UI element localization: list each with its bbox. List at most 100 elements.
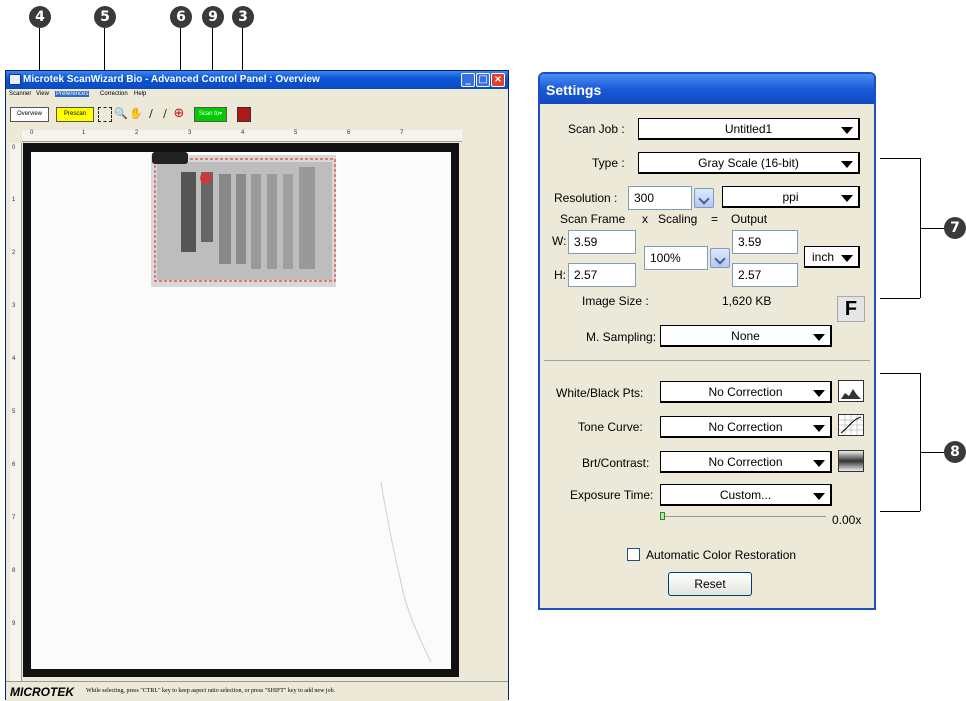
chevron-down-icon	[813, 334, 825, 341]
type-label: Type :	[592, 156, 625, 170]
output-height-input[interactable]: 2.57	[732, 263, 798, 287]
tone-curve-value: No Correction	[708, 420, 783, 434]
zoom-icon[interactable]: 🔍	[114, 107, 128, 122]
exposure-slider-track[interactable]	[662, 516, 826, 517]
unit-value: inch	[812, 250, 835, 264]
resolution-input[interactable]: 300	[628, 186, 692, 210]
height-label: H:	[554, 268, 566, 282]
callout-7-bracket	[920, 228, 944, 229]
menu-correction[interactable]: Correction	[100, 91, 128, 97]
settings-title[interactable]: Settings	[540, 74, 874, 104]
resolution-label: Resolution :	[554, 191, 618, 205]
selection-frame-icon[interactable]	[98, 107, 112, 122]
callout-8: 8	[944, 441, 966, 463]
eyedropper-icon[interactable]: ∕	[144, 107, 158, 122]
tone-curve-icon[interactable]	[838, 414, 864, 436]
scan-window-titlebar[interactable]: Microtek ScanWizard Bio - Advanced Contr…	[6, 71, 508, 89]
minimize-icon[interactable]: _	[461, 73, 475, 87]
frame-width-input[interactable]: 3.59	[568, 230, 636, 254]
brightness-contrast-icon[interactable]	[838, 450, 864, 472]
exposure-slider-handle[interactable]	[660, 512, 665, 520]
menu-scanner[interactable]: Scanner	[9, 91, 31, 97]
ruler-v-label: 1	[12, 197, 16, 203]
resolution-combo-icon[interactable]	[694, 188, 714, 208]
camera-icon[interactable]	[237, 107, 251, 122]
chevron-down-icon	[841, 255, 853, 262]
maximize-icon[interactable]: □	[476, 73, 490, 87]
type-value: Gray Scale (16-bit)	[698, 156, 799, 170]
scaling-input[interactable]: 100%	[644, 246, 708, 270]
m-sampling-value: None	[731, 329, 760, 343]
callout-6: 6	[170, 6, 192, 28]
histogram-icon[interactable]	[838, 380, 864, 402]
ruler-h-label: 1	[82, 130, 86, 136]
app-icon	[9, 74, 21, 85]
ruler-h-label: 5	[294, 130, 298, 136]
callout-8-bracket	[920, 452, 944, 453]
exposure-readout: 0.00x	[832, 513, 862, 527]
callout-9: 9	[202, 6, 224, 28]
ruler-v-label: 7	[12, 515, 16, 521]
target-icon[interactable]: ⊕	[172, 107, 186, 122]
callout-7-bracket	[880, 298, 920, 299]
image-size-label: Image Size :	[582, 294, 649, 308]
scaling-combo-icon[interactable]	[710, 248, 730, 268]
unit-dropdown[interactable]: inch	[804, 246, 860, 268]
eyedropper-gray-icon[interactable]: ∕	[158, 107, 172, 122]
m-sampling-dropdown[interactable]: None	[660, 325, 832, 347]
ruler-h-label: 6	[347, 130, 351, 136]
callout-7-bracket	[880, 158, 920, 159]
chevron-down-icon	[813, 493, 825, 500]
prescan-button[interactable]: Prescan	[56, 107, 94, 122]
scanwizard-window: Microtek ScanWizard Bio - Advanced Contr…	[5, 70, 509, 701]
vertical-ruler: 0 1 2 3 4 5 6 7 8 9	[10, 143, 22, 683]
callout-8-bracket	[880, 373, 920, 374]
hand-icon[interactable]: ✋	[129, 107, 143, 122]
resolution-unit-dropdown[interactable]: ppi	[722, 186, 860, 208]
width-label: W:	[552, 234, 567, 248]
chevron-down-icon	[813, 390, 825, 397]
ruler-v-label: 2	[12, 250, 16, 256]
exposure-time-label: Exposure Time:	[570, 488, 654, 502]
f-button[interactable]: F	[837, 296, 865, 322]
scan-job-label: Scan Job :	[568, 122, 625, 136]
menu-view[interactable]: View	[36, 91, 49, 97]
image-size-value: 1,620 KB	[722, 294, 772, 308]
ruler-h-label: 4	[241, 130, 245, 136]
menu-preferences[interactable]: Preferences	[55, 91, 90, 97]
type-dropdown[interactable]: Gray Scale (16-bit)	[638, 152, 860, 174]
scan-frame-header: Scan Frame	[560, 212, 626, 226]
preview-canvas[interactable]	[23, 143, 459, 677]
chevron-down-icon	[841, 195, 853, 202]
ruler-h-label: 7	[400, 130, 404, 136]
ruler-h-label: 0	[30, 130, 34, 136]
callout-3: 3	[232, 6, 254, 28]
scaling-header: Scaling	[658, 212, 698, 226]
settings-panel: Settings Scan Job : Untitled1 Type : Gra…	[538, 72, 876, 610]
auto-color-checkbox[interactable]	[627, 548, 640, 561]
menu-help[interactable]: Help	[134, 91, 146, 97]
close-icon[interactable]: ×	[491, 73, 505, 87]
ruler-v-label: 9	[12, 621, 16, 627]
status-bar: MICROTEK While selecting, press "CTRL" k…	[6, 681, 508, 701]
scan-to-button[interactable]: Scan to▾	[194, 107, 227, 122]
scan-job-value: Untitled1	[724, 122, 773, 136]
chevron-down-icon	[841, 161, 853, 168]
scan-job-dropdown[interactable]: Untitled1	[638, 118, 860, 140]
ruler-h-label: 2	[135, 130, 139, 136]
frame-height-input[interactable]: 2.57	[568, 263, 636, 287]
m-sampling-label: M. Sampling:	[586, 330, 657, 344]
output-width-input[interactable]: 3.59	[732, 230, 798, 254]
scan-preview-image	[151, 152, 432, 663]
ruler-v-label: 0	[12, 145, 16, 151]
reset-button[interactable]: Reset	[668, 572, 752, 596]
auto-color-label: Automatic Color Restoration	[646, 548, 797, 562]
overview-button[interactable]: Overview	[10, 107, 49, 122]
tone-curve-dropdown[interactable]: No Correction	[660, 416, 832, 438]
callout-4: 4	[29, 6, 51, 28]
white-black-dropdown[interactable]: No Correction	[660, 381, 832, 403]
exposure-dropdown[interactable]: Custom...	[660, 484, 832, 506]
white-black-label: White/Black Pts:	[556, 386, 644, 400]
output-header: Output	[731, 212, 768, 226]
brt-contrast-dropdown[interactable]: No Correction	[660, 451, 832, 473]
